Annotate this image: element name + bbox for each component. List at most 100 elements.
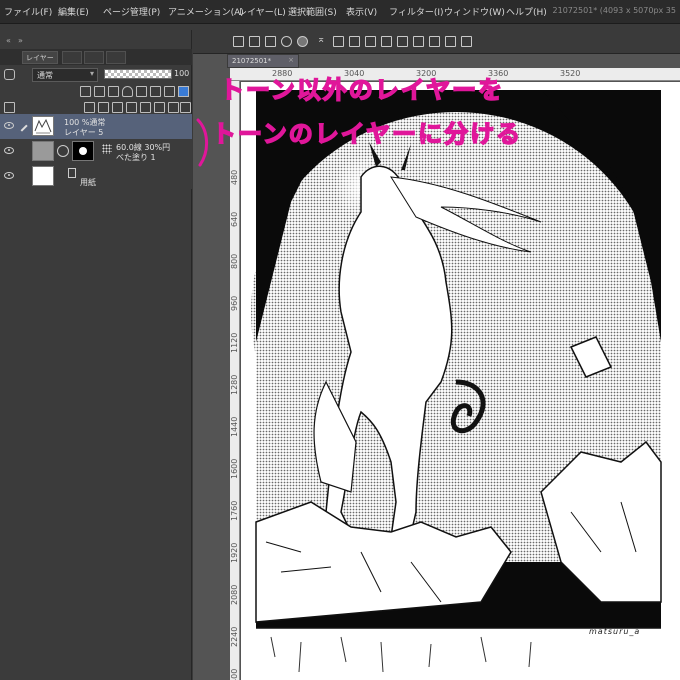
tab-navigator[interactable] (84, 51, 104, 64)
ruler-label: 2400 (230, 668, 239, 680)
combine-down-icon[interactable] (140, 102, 151, 113)
clip-studio-window: ファイル(F) 編集(E) ページ管理(P) アニメーション(A) レイヤー(L… (0, 0, 680, 680)
cmd-icon-4[interactable] (281, 36, 292, 47)
ruler-label: 2240 (230, 626, 239, 647)
new-folder-icon[interactable] (112, 102, 123, 113)
ruler-range-icon[interactable] (164, 86, 175, 97)
cmd-icon-8[interactable] (349, 36, 360, 47)
ruler-left: 480 640 800 960 1120 1280 1440 1600 1760… (230, 81, 240, 680)
eye-icon[interactable] (4, 172, 14, 179)
document-info: 21072501* (4093 x 5070px 35 (552, 6, 676, 15)
panel-tabs: レイヤー (0, 49, 192, 65)
lock-transparency-icon[interactable] (136, 86, 147, 97)
annotation-overlay: トーン以外のレイヤーを トーンのレイヤーに分ける (196, 75, 522, 167)
canvas-paper[interactable]: matsuru_a (241, 82, 680, 680)
blend-mode-value: 通常 (37, 71, 53, 80)
ruler-label: 1920 (230, 542, 239, 563)
eye-icon[interactable] (4, 122, 14, 129)
menu-page[interactable]: ページ管理(P) (103, 5, 160, 18)
ruler-label: 1600 (230, 458, 239, 479)
menu-edit[interactable]: 編集(E) (58, 5, 89, 18)
paper-icon (68, 168, 76, 178)
draft-layer-icon[interactable] (108, 86, 119, 97)
new-vector-layer-icon[interactable] (98, 102, 109, 113)
ruler-label: 1760 (230, 500, 239, 521)
ruler-label: 800 (230, 253, 239, 269)
cmd-icon-11[interactable] (397, 36, 408, 47)
expand-icon[interactable]: » (18, 36, 23, 45)
menu-window[interactable]: ウィンドウ(W) (444, 5, 505, 18)
manga-artwork (251, 90, 662, 680)
cmd-icon-1[interactable] (233, 36, 244, 47)
chevron-down-icon: ▾ (89, 69, 94, 78)
cmd-icon-14[interactable] (445, 36, 456, 47)
cmd-icon-5[interactable] (297, 36, 308, 47)
menu-layer[interactable]: レイヤー(L) (238, 5, 286, 18)
palette-menu-icon[interactable] (4, 69, 15, 80)
clip-layer-icon[interactable] (80, 86, 91, 97)
transfer-down-icon[interactable] (126, 102, 137, 113)
mask-enable-icon[interactable] (150, 86, 161, 97)
tab-search-layer[interactable] (106, 51, 126, 64)
cmd-icon-2[interactable] (249, 36, 260, 47)
menu-file[interactable]: ファイル(F) (4, 5, 52, 18)
annotation-line-1: トーン以外のレイヤーを (220, 76, 504, 104)
cmd-icon-9[interactable] (365, 36, 376, 47)
layer-list-icon[interactable] (4, 102, 15, 113)
tone-icon (57, 145, 69, 157)
reference-layer-icon[interactable] (94, 86, 105, 97)
cmd-icon-12[interactable] (413, 36, 424, 47)
cmd-icon-13[interactable] (429, 36, 440, 47)
opacity-value[interactable]: 100 (174, 69, 189, 78)
layer-row-layer5[interactable]: 100 %通常 レイヤー 5 (0, 114, 192, 139)
tab-layer[interactable]: レイヤー (22, 51, 58, 64)
pen-icon (16, 120, 28, 132)
menu-view[interactable]: 表示(V) (346, 5, 377, 18)
layer-mask-thumbnail (72, 141, 94, 161)
lock-icon[interactable] (122, 86, 133, 97)
collapse-icon[interactable]: « (6, 36, 11, 45)
layer-thumbnail (32, 166, 54, 186)
cmd-icon-6[interactable]: ⌅ (317, 34, 328, 45)
cmd-icon-15[interactable] (461, 36, 472, 47)
layer-row-paper[interactable]: 用紙 (0, 164, 192, 189)
command-bar: ⌅ (193, 30, 680, 54)
blend-mode-select[interactable]: 通常 ▾ (32, 68, 98, 82)
layer-thumbnail (32, 141, 54, 161)
ruler-label: 640 (230, 211, 239, 227)
layer-color-icon[interactable] (178, 86, 189, 97)
create-mask-icon[interactable] (154, 102, 165, 113)
annotation-line-2: トーンのレイヤーに分ける (212, 120, 522, 148)
menu-help[interactable]: ヘルプ(H) (506, 5, 547, 18)
menu-bar: ファイル(F) 編集(E) ページ管理(P) アニメーション(A) レイヤー(L… (0, 0, 680, 24)
layer-name: べた塗り 1 (116, 153, 156, 162)
cmd-icon-3[interactable] (265, 36, 276, 47)
layer-name: レイヤー 5 (64, 128, 104, 137)
ruler-label: 2080 (230, 584, 239, 605)
eye-icon[interactable] (4, 147, 14, 154)
layer-row-tone[interactable]: 60.0線 30%円 べた塗り 1 (0, 139, 192, 164)
menu-selection[interactable]: 選択範囲(S) (288, 5, 337, 18)
new-raster-layer-icon[interactable] (84, 102, 95, 113)
apply-mask-icon[interactable] (168, 102, 179, 113)
menu-filter[interactable]: フィルター(I) (389, 5, 444, 18)
cmd-icon-10[interactable] (381, 36, 392, 47)
menu-animation[interactable]: アニメーション(A) (168, 5, 244, 18)
screentone-icon (102, 144, 112, 154)
layer-thumbnail (32, 116, 54, 136)
document-tab-title: 21072501* (232, 57, 272, 65)
artist-signature: matsuru_a (589, 627, 641, 636)
blend-row: 通常 ▾ 100 (0, 66, 192, 84)
tab-layer-property[interactable] (62, 51, 82, 64)
document-tab[interactable]: 21072501* × (227, 54, 299, 68)
opacity-slider[interactable] (104, 69, 172, 79)
layer-name: 用紙 (80, 178, 96, 187)
layer-panel: « » レイヤー 通常 ▾ 100 100 %通常 レイヤー 5 60.0線 3… (0, 30, 192, 680)
layer-toolbar-1 (0, 84, 192, 100)
cmd-icon-7[interactable] (333, 36, 344, 47)
ruler-label: 480 (230, 169, 239, 185)
handwritten-annotation: トーン以外のレイヤーを トーンのレイヤーに分ける (190, 70, 590, 170)
ruler-label: 1280 (230, 374, 239, 395)
close-icon[interactable]: × (288, 56, 294, 64)
ruler-label: 1440 (230, 416, 239, 437)
